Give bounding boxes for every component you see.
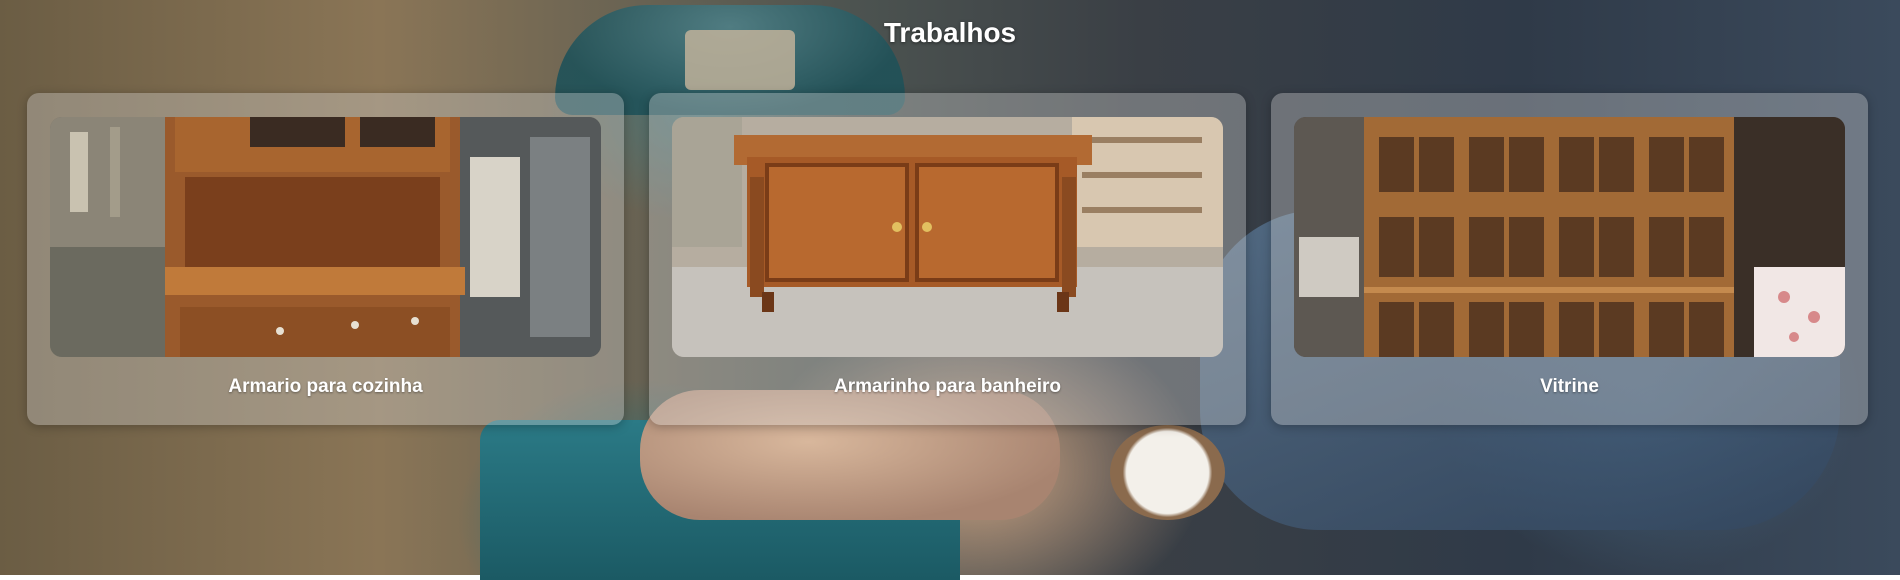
work-card-kitchen[interactable]: Armario para cozinha xyxy=(27,93,624,425)
work-card-bathroom[interactable]: Armarinho para banheiro xyxy=(649,93,1246,425)
section-title: Trabalhos xyxy=(883,17,1017,48)
work-photo-display-cabinet[interactable] xyxy=(1294,117,1845,357)
works-gallery: Armario para cozinha Armarinho para banh… xyxy=(27,93,1868,425)
work-photo-bathroom-cabinet[interactable] xyxy=(672,117,1223,357)
work-caption: Vitrine xyxy=(1540,376,1599,397)
background-watch xyxy=(1110,425,1225,520)
work-caption: Armarinho para banheiro xyxy=(834,376,1061,397)
work-caption: Armario para cozinha xyxy=(228,376,423,397)
work-photo-kitchen-cabinet[interactable] xyxy=(50,117,601,357)
work-card-vitrine[interactable]: Vitrine xyxy=(1271,93,1868,425)
